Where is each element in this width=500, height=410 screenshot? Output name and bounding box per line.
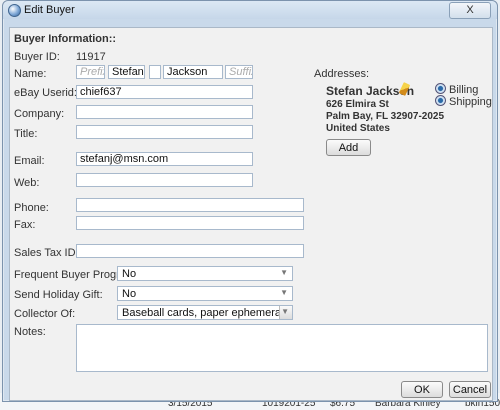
- notes-label: Notes:: [14, 326, 46, 338]
- app-icon: [8, 4, 21, 17]
- ebay-userid-field[interactable]: [76, 85, 253, 99]
- title-bar: Edit Buyer X: [3, 1, 497, 19]
- first-name-field[interactable]: [108, 65, 145, 79]
- ebay-userid-label: eBay Userid:: [14, 87, 77, 99]
- addresses-title: Addresses:: [314, 68, 370, 80]
- address-city-line: Palm Bay, FL 32907-2025: [326, 111, 445, 122]
- last-name-field[interactable]: [163, 65, 223, 79]
- notes-field[interactable]: [76, 324, 488, 372]
- add-address-button[interactable]: Add: [326, 139, 371, 156]
- buyer-id-label: Buyer ID:: [14, 51, 60, 63]
- edit-buyer-dialog: Edit Buyer X Buyer Information:: Buyer I…: [2, 0, 498, 402]
- close-button[interactable]: X: [449, 2, 491, 19]
- collector-of-label: Collector Of:: [14, 308, 76, 320]
- radio-icon: [435, 95, 446, 106]
- holiday-gift-select[interactable]: No ▼: [117, 286, 293, 301]
- web-field[interactable]: [76, 173, 253, 187]
- collector-of-select[interactable]: Baseball cards, paper ephemera ▼: [117, 305, 293, 320]
- frequent-buyer-select[interactable]: No ▼: [117, 266, 293, 281]
- radio-icon: [435, 83, 446, 94]
- sales-tax-id-label: Sales Tax ID:: [14, 247, 79, 259]
- chevron-down-icon: ▼: [281, 307, 289, 316]
- company-field[interactable]: [76, 105, 253, 119]
- company-label: Company:: [14, 108, 65, 120]
- cancel-button[interactable]: Cancel: [449, 381, 491, 398]
- phone-label: Phone:: [14, 202, 49, 214]
- fax-field[interactable]: [76, 216, 304, 230]
- middle-name-field[interactable]: [149, 65, 161, 79]
- prefix-field[interactable]: [76, 65, 105, 79]
- title-field[interactable]: [76, 125, 253, 139]
- collector-of-value: Baseball cards, paper ephemera: [122, 307, 281, 319]
- shipping-label: Shipping: [449, 96, 492, 108]
- title-label: Title:: [14, 128, 38, 140]
- ok-button[interactable]: OK: [401, 381, 443, 398]
- name-label: Name:: [14, 68, 47, 80]
- buyer-id-value: 11917: [76, 51, 106, 63]
- address-street: 626 Elmira St: [326, 99, 389, 110]
- sales-tax-id-field[interactable]: [76, 244, 304, 258]
- dialog-body: Buyer Information:: Buyer ID: 11917 Name…: [9, 27, 493, 401]
- holiday-gift-value: No: [122, 288, 137, 300]
- chevron-down-icon: ▼: [280, 268, 288, 277]
- suffix-field[interactable]: [225, 65, 253, 79]
- web-label: Web:: [14, 177, 40, 189]
- section-title: Buyer Information::: [14, 33, 117, 45]
- email-label: Email:: [14, 155, 45, 167]
- email-field[interactable]: [76, 152, 253, 166]
- address-country: United States: [326, 123, 390, 134]
- holiday-gift-label: Send Holiday Gift:: [14, 289, 103, 301]
- phone-field[interactable]: [76, 198, 304, 212]
- shipping-option[interactable]: Shipping: [435, 95, 492, 108]
- frequent-buyer-value: No: [122, 268, 137, 280]
- fax-label: Fax:: [14, 219, 36, 231]
- window-title: Edit Buyer: [24, 4, 75, 16]
- chevron-down-icon: ▼: [280, 288, 288, 297]
